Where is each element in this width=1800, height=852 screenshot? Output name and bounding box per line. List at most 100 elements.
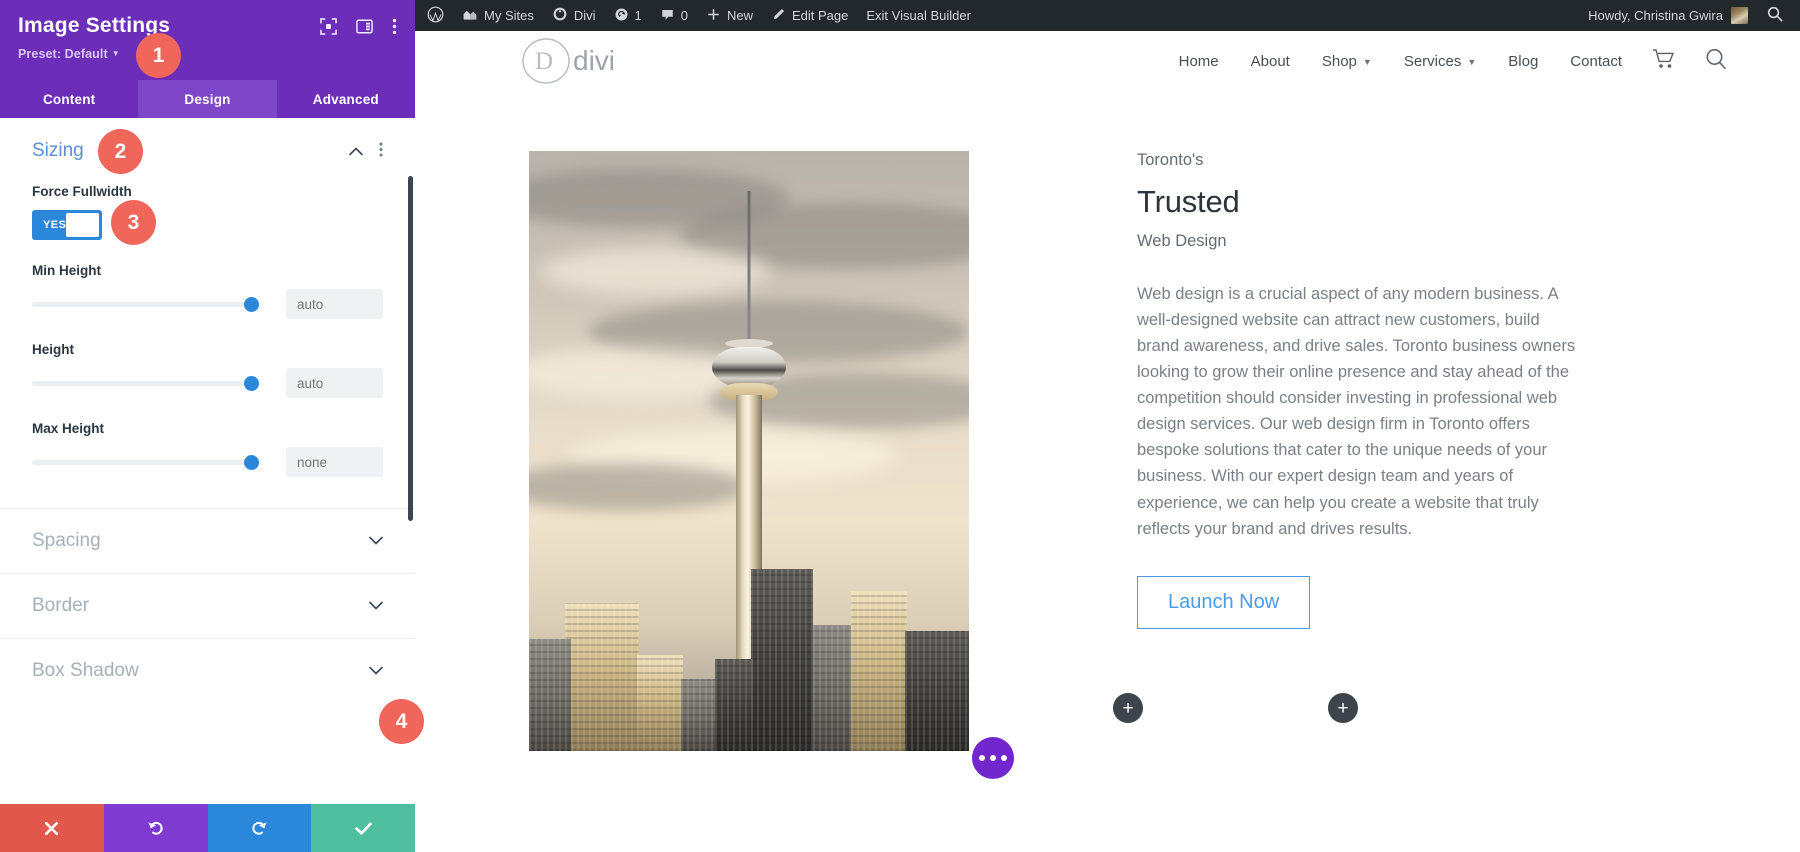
slider-knob[interactable]	[244, 376, 259, 391]
preset-selector[interactable]: Preset: Default ▼	[18, 47, 397, 61]
new-content-menu[interactable]: New	[697, 0, 762, 31]
kebab-menu-icon[interactable]	[392, 18, 397, 40]
nav-label: Home	[1178, 52, 1219, 70]
redo-icon	[252, 821, 268, 835]
force-fullwidth-field: Force Fullwidth YES	[32, 184, 383, 240]
undo-button[interactable]	[103, 804, 208, 852]
ellipsis-icon-dot	[979, 755, 985, 761]
updates-icon	[614, 7, 629, 25]
sizing-section: Sizing Force Fullwidth YES Min Height au…	[0, 118, 415, 508]
cart-button[interactable]	[1638, 48, 1690, 75]
wp-admin-bar-left: My Sites Divi 1 0 New Edit Page Exit Vis…	[415, 0, 980, 31]
chevron-down-icon: ▼	[1467, 56, 1477, 67]
panel-header-icons	[320, 18, 397, 40]
site-logo[interactable]: D divi	[521, 37, 646, 85]
adminbar-search-button[interactable]	[1758, 5, 1800, 26]
slider-knob[interactable]	[244, 455, 259, 470]
screen-root: My Sites Divi 1 0 New Edit Page Exit Vis…	[0, 0, 1800, 852]
step-badge-3: 3	[111, 200, 156, 245]
height-slider[interactable]	[32, 373, 259, 393]
ellipsis-icon-dot	[1001, 755, 1007, 761]
site-search-button[interactable]	[1690, 47, 1742, 76]
cart-icon	[1652, 48, 1676, 75]
svg-text:D: D	[535, 48, 553, 75]
sizing-kebab-menu-icon[interactable]	[379, 142, 383, 160]
panel-layout-icon[interactable]	[356, 18, 373, 40]
divi-menu[interactable]: Divi	[543, 0, 605, 31]
max-height-slider[interactable]	[32, 452, 259, 472]
height-input[interactable]	[286, 368, 383, 398]
chevron-down-icon[interactable]	[369, 662, 383, 680]
min-height-slider[interactable]	[32, 294, 259, 314]
slider-knob[interactable]	[244, 297, 259, 312]
launch-now-button[interactable]: Launch Now	[1137, 575, 1311, 629]
avatar	[1731, 7, 1748, 24]
exit-visual-builder-label: Exit Visual Builder	[866, 8, 971, 23]
pencil-icon	[771, 7, 786, 25]
nav-item-blog[interactable]: Blog	[1492, 53, 1554, 70]
my-sites-menu[interactable]: My Sites	[453, 0, 543, 31]
tab-advanced[interactable]: Advanced	[277, 80, 415, 118]
check-icon	[354, 822, 372, 835]
wp-admin-bar: My Sites Divi 1 0 New Edit Page Exit Vis…	[415, 0, 1800, 31]
max-height-slider-row	[32, 447, 383, 477]
toggle-knob	[66, 213, 99, 237]
max-height-label: Max Height	[32, 421, 105, 436]
edit-page-button[interactable]: Edit Page	[762, 0, 857, 31]
wordpress-logo-icon	[427, 6, 444, 26]
max-height-field: Max Height	[32, 421, 383, 477]
panel-scrollbar[interactable]	[408, 176, 413, 521]
chevron-up-icon[interactable]	[349, 145, 363, 158]
wordpress-logo-button[interactable]	[415, 0, 453, 31]
site-header: D divi Home About Shop ▼ Services ▼ Blog…	[415, 31, 1800, 91]
my-sites-label: My Sites	[484, 8, 534, 23]
redo-button[interactable]	[207, 804, 312, 852]
nav-item-home[interactable]: Home	[1163, 53, 1235, 70]
box-shadow-title: Box Shadow	[32, 660, 139, 681]
nav-item-about[interactable]: About	[1235, 53, 1306, 70]
border-section[interactable]: Border	[0, 573, 415, 638]
step-badge-1: 1	[136, 33, 181, 78]
tab-design[interactable]: Design	[138, 80, 277, 118]
page-title: Image Settings	[18, 14, 171, 37]
force-fullwidth-label: Force Fullwidth	[32, 184, 132, 199]
comments-button[interactable]: 0	[651, 0, 697, 31]
box-shadow-section[interactable]: Box Shadow	[0, 638, 415, 703]
sizing-header-right	[349, 142, 383, 160]
nav-item-contact[interactable]: Contact	[1554, 53, 1638, 70]
force-fullwidth-toggle[interactable]: YES	[32, 210, 102, 240]
comments-count: 0	[680, 8, 688, 23]
expand-icon[interactable]	[320, 18, 337, 40]
chevron-down-icon[interactable]	[369, 532, 383, 550]
min-height-field: Min Height	[32, 263, 383, 319]
chevron-down-icon: ▼	[111, 49, 120, 58]
spacing-section[interactable]: Spacing	[0, 508, 415, 573]
comments-icon	[660, 7, 675, 25]
chevron-down-icon[interactable]	[369, 597, 383, 615]
toggle-value-label: YES	[43, 219, 67, 231]
sizing-section-header[interactable]: Sizing	[32, 140, 383, 162]
min-height-label: Min Height	[32, 263, 101, 278]
account-menu[interactable]: Howdy, Christina Gwira	[1578, 7, 1758, 24]
min-height-input[interactable]	[286, 289, 383, 319]
max-height-input[interactable]	[286, 447, 383, 477]
add-module-button-right[interactable]: +	[1328, 693, 1358, 723]
add-module-button-left[interactable]: +	[1113, 693, 1143, 723]
save-button[interactable]	[311, 804, 415, 852]
cancel-button[interactable]	[0, 804, 104, 852]
tab-content[interactable]: Content	[0, 80, 138, 118]
hero-image[interactable]	[529, 151, 969, 751]
nav-label: Contact	[1570, 52, 1622, 70]
edit-page-label: Edit Page	[792, 8, 849, 23]
howdy-label: Howdy, Christina Gwira	[1588, 8, 1723, 23]
preset-label: Preset: Default	[18, 47, 108, 61]
nav-item-services[interactable]: Services ▼	[1388, 53, 1492, 70]
close-icon	[45, 821, 59, 835]
chevron-down-icon: ▼	[1362, 56, 1372, 67]
exit-visual-builder-button[interactable]: Exit Visual Builder	[857, 0, 980, 31]
row-options-button[interactable]	[972, 737, 1014, 779]
hero-text-column: Toronto's Trusted Web Design Web design …	[1137, 151, 1657, 751]
hero-section: Toronto's Trusted Web Design Web design …	[415, 91, 1800, 779]
nav-item-shop[interactable]: Shop ▼	[1306, 53, 1388, 70]
updates-button[interactable]: 1	[605, 0, 651, 31]
